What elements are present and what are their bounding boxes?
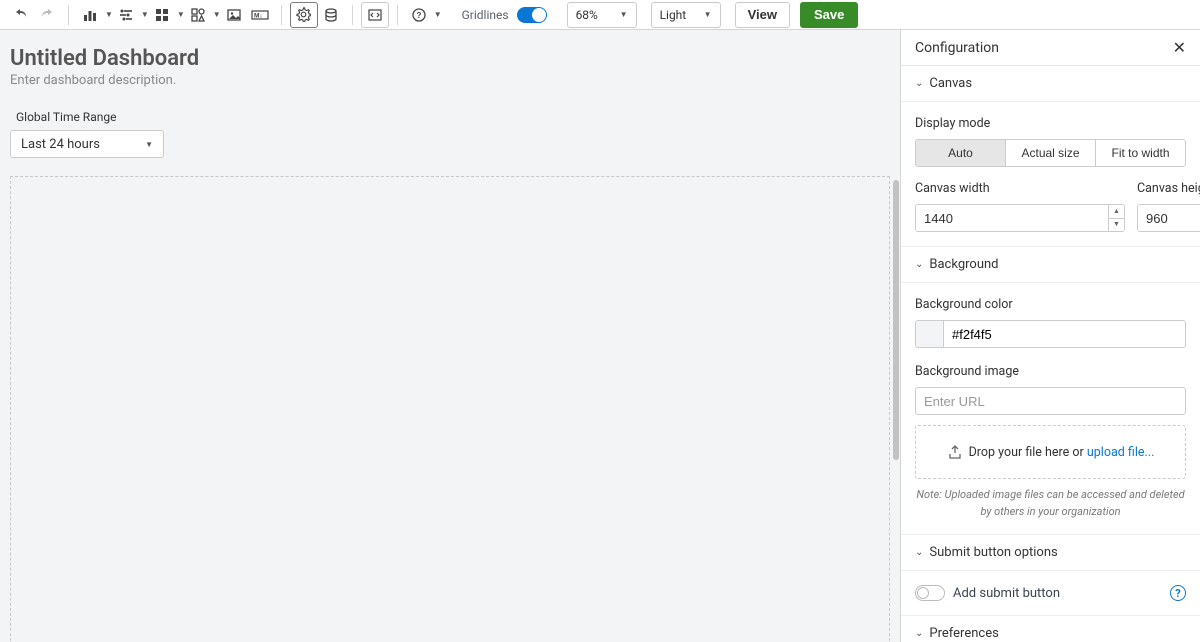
close-button[interactable]: ✕ [1173,38,1186,58]
theme-select[interactable]: Light▼ [651,2,721,28]
svg-text:M↓: M↓ [254,12,263,19]
bg-image-dropzone[interactable]: Drop your file here or upload file... [915,425,1186,479]
upload-note: Note: Uploaded image files can be access… [915,487,1186,520]
chevron-down-icon: ⌄ [915,78,923,89]
source-code-button[interactable] [361,2,389,28]
add-markdown-button[interactable]: M↓ [247,2,273,28]
gridlines-toggle[interactable] [517,7,547,23]
bg-color-input[interactable] [944,321,1185,347]
add-panel-button[interactable] [149,2,175,28]
chevron-down-icon[interactable]: ▼ [434,10,442,19]
chevron-down-icon: ⌄ [915,259,923,270]
add-image-button[interactable] [221,2,247,28]
width-down[interactable]: ▼ [1109,219,1124,232]
scrollbar[interactable] [892,180,900,530]
bg-image-label: Background image [915,364,1186,379]
chevron-down-icon: ▼ [145,140,153,149]
chevron-down-icon[interactable]: ▼ [141,10,149,19]
section-preferences-header[interactable]: ⌄ Preferences [901,615,1200,642]
help-icon[interactable]: ? [1170,585,1186,601]
bg-image-url-input[interactable] [915,387,1186,415]
display-mode-segmented: Auto Actual size Fit to width [915,139,1186,167]
toolbar: ▼ ▼ ▼ ▼ M↓ [0,0,1200,30]
gridlines-label: Gridlines [462,8,509,22]
zoom-select[interactable]: 68%▼ [567,2,637,28]
canvas-width-input[interactable] [916,205,1108,231]
configuration-panel: Configuration ✕ ⌄ Canvas Display mode Au… [900,30,1200,642]
add-shape-button[interactable] [185,2,211,28]
canvas-grid[interactable] [10,176,890,642]
upload-icon [947,444,963,460]
canvas-height-input[interactable] [1138,205,1200,231]
chevron-down-icon: ⌄ [915,628,923,639]
mode-actual-size[interactable]: Actual size [1006,140,1096,166]
svg-text:?: ? [416,11,421,20]
chevron-down-icon[interactable]: ▼ [213,10,221,19]
filter-button[interactable] [113,2,139,28]
time-range-label: Global Time Range [16,110,890,124]
section-submit-header[interactable]: ⌄ Submit button options [901,535,1200,571]
section-canvas-header[interactable]: ⌄ Canvas [901,66,1200,102]
canvas-area: Untitled Dashboard Enter dashboard descr… [0,30,900,642]
mode-fit-width[interactable]: Fit to width [1096,140,1185,166]
view-button[interactable]: View [735,2,790,28]
add-submit-label: Add submit button [953,586,1060,601]
display-mode-label: Display mode [915,116,1186,131]
chevron-down-icon[interactable]: ▼ [177,10,185,19]
chevron-down-icon[interactable]: ▼ [105,10,113,19]
config-title: Configuration [915,40,999,56]
section-background-header[interactable]: ⌄ Background [901,247,1200,283]
save-button[interactable]: Save [800,2,858,28]
help-button[interactable]: ? [406,2,432,28]
canvas-width-label: Canvas width [915,181,1125,196]
settings-button[interactable] [290,2,318,28]
dashboard-title[interactable]: Untitled Dashboard [10,46,890,71]
bg-color-swatch[interactable] [916,321,944,347]
bg-color-label: Background color [915,297,1186,312]
dashboard-description[interactable]: Enter dashboard description. [10,73,890,88]
data-sources-button[interactable] [318,2,344,28]
redo-button[interactable] [34,2,60,28]
canvas-height-label: Canvas height [1137,181,1200,196]
undo-button[interactable] [8,2,34,28]
add-chart-button[interactable] [77,2,103,28]
upload-file-link[interactable]: upload file... [1087,445,1155,460]
add-submit-toggle[interactable] [915,585,945,601]
width-up[interactable]: ▲ [1109,205,1124,219]
mode-auto[interactable]: Auto [916,140,1006,166]
chevron-down-icon: ⌄ [915,547,923,558]
time-range-select[interactable]: Last 24 hours ▼ [10,130,164,158]
